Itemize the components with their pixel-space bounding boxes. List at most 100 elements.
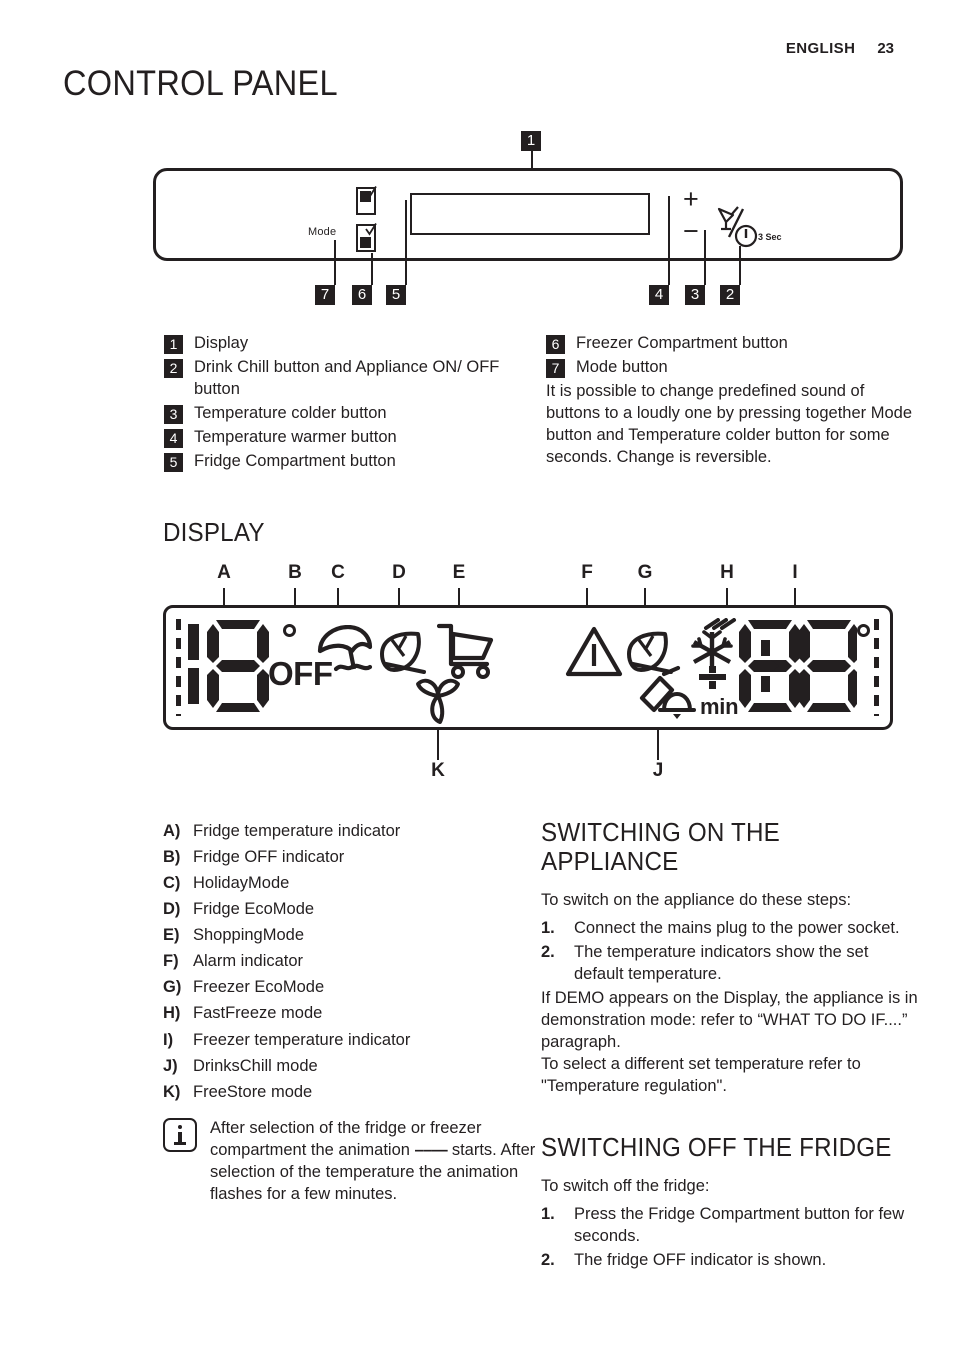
legend-label: Drink Chill button and Appliance ON/ OFF… <box>194 357 500 398</box>
item-label: Alarm indicator <box>193 952 304 971</box>
header-page-number: 23 <box>877 40 894 57</box>
switching-off-section: SWITCHING OFF THE FRIDGE To switch off t… <box>541 1132 919 1274</box>
display-right-edge-dashes <box>874 619 879 716</box>
legend-item: 3 Temperature colder button <box>164 403 509 425</box>
switching-off-intro: To switch off the fridge: <box>541 1177 710 1196</box>
list-item: H) FastFreeze mode <box>163 1000 533 1026</box>
list-item: 2. The temperature indicators show the s… <box>541 942 919 986</box>
leader-line-7 <box>334 240 336 285</box>
switching-on-intro: To switch on the appliance do these step… <box>541 891 852 910</box>
minutes-label: min <box>700 694 739 719</box>
legend-number: 4 <box>164 428 183 448</box>
item-label: FreeStore mode <box>193 1082 313 1101</box>
legend-number: 1 <box>164 335 183 354</box>
callout-5: 5 <box>386 285 406 305</box>
legend-right-note: It is possible to change predefined soun… <box>546 381 912 466</box>
shopping-mode-cart-icon <box>437 623 494 679</box>
legend-item: 4 Temperature warmer button <box>164 427 509 449</box>
display-label-A: A <box>217 562 231 583</box>
callout-6: 6 <box>352 285 372 305</box>
item-key: D) <box>163 900 181 919</box>
leader-line-2 <box>739 246 741 285</box>
list-item: A) Fridge temperature indicator <box>163 818 533 844</box>
item-label: Freezer temperature indicator <box>193 1030 411 1049</box>
fridge-ecomode-leaf-icon <box>380 631 426 674</box>
panel-display-window <box>410 193 650 235</box>
page-title: CONTROL PANEL <box>63 64 338 103</box>
info-line-starts: starts. <box>447 1140 497 1159</box>
display-label-B: B <box>288 562 302 583</box>
callout-4: 4 <box>649 285 669 305</box>
legend-left: 1 Display 2 Drink Chill button and Appli… <box>164 333 509 475</box>
leader-line-6 <box>371 253 373 285</box>
display-left-edge-dashes <box>176 619 181 716</box>
display-label-F: F <box>581 562 593 583</box>
list-item: 2. The fridge OFF indicator is shown. <box>541 1250 919 1272</box>
item-label: HolidayMode <box>193 874 290 893</box>
legend-label: Mode button <box>576 357 668 376</box>
step-text: The temperature indicators show the set … <box>574 943 869 984</box>
switching-on-heading: SWITCHING ON THE APPLIANCE <box>541 817 780 877</box>
legend-number: 5 <box>164 452 183 472</box>
display-label-K: K <box>431 760 445 781</box>
callout-7: 7 <box>315 285 335 305</box>
leader-line-3 <box>704 230 706 285</box>
legend-number: 2 <box>164 358 183 378</box>
item-label: Fridge EcoMode <box>193 900 315 919</box>
display-label-C: C <box>331 562 345 583</box>
callout-2: 2 <box>720 285 740 305</box>
manual-page: ENGLISH 23 CONTROL PANEL 1 Mode + − 3 Se… <box>0 0 954 1352</box>
item-key: F) <box>163 952 179 971</box>
item-key: C) <box>163 874 181 893</box>
item-key: I) <box>163 1030 174 1049</box>
step-number: 2. <box>541 943 555 962</box>
leader-line-4 <box>668 196 670 285</box>
step-number: 1. <box>541 1205 555 1224</box>
legend-number: 6 <box>546 335 565 354</box>
step-text: Press the Fridge Compartment button for … <box>574 1205 905 1245</box>
legend-label: Temperature warmer button <box>194 427 397 446</box>
power-icon[interactable] <box>734 224 758 248</box>
freezer-temperature-indicator <box>739 620 857 712</box>
checkmark-icon-freezer <box>365 223 377 236</box>
item-key: E) <box>163 926 180 945</box>
animation-dashes: –––– <box>414 1140 449 1159</box>
switching-off-steps: 1. Press the Fridge Compartment button f… <box>541 1204 919 1272</box>
display-legend-list: A) Fridge temperature indicator B) Fridge … <box>163 818 533 1105</box>
item-label: FastFreeze mode <box>193 1004 323 1023</box>
page-header: ENGLISH 23 <box>786 40 894 57</box>
legend-label: Freezer Compartment button <box>576 334 788 352</box>
item-label: Fridge OFF indicator <box>193 848 345 867</box>
holiday-mode-umbrella-icon <box>317 625 373 672</box>
panel-mode-label: Mode <box>308 226 337 238</box>
display-label-I: I <box>792 562 798 583</box>
callout-3: 3 <box>685 285 705 305</box>
list-item: E) ShoppingMode <box>163 922 533 948</box>
legend-item: 7 Mode button <box>546 357 916 379</box>
legend-item: 5 Fridge Compartment button <box>164 451 509 473</box>
callout-1: 1 <box>521 131 541 151</box>
temperature-warmer-symbol[interactable]: + <box>683 186 699 213</box>
display-label-D: D <box>392 562 406 583</box>
list-item: B) Fridge OFF indicator <box>163 844 533 870</box>
header-language: ENGLISH <box>785 40 856 57</box>
switching-on-section: SWITCHING ON THE APPLIANCE To switch on … <box>541 817 919 1098</box>
display-label-J: J <box>652 760 664 781</box>
item-label: ShoppingMode <box>193 926 305 945</box>
item-key: B) <box>163 848 181 867</box>
list-item: J) DrinksChill mode <box>163 1053 533 1079</box>
list-item: G) Freezer EcoMode <box>163 974 533 1000</box>
legend-label: Temperature colder button <box>194 403 387 422</box>
legend-item: 6 Freezer Compartment button <box>546 333 916 355</box>
step-text: Connect the mains plug to the power sock… <box>574 919 900 938</box>
temperature-colder-symbol[interactable]: − <box>683 218 699 245</box>
legend-number: 7 <box>546 358 565 378</box>
fridge-temperature-indicator <box>188 620 269 712</box>
list-item: 1. Connect the mains plug to the power s… <box>541 918 919 940</box>
demo-mode-paragraph: If DEMO appears on the Display, the appl… <box>541 988 918 1051</box>
item-label: Fridge temperature indicator <box>193 822 401 840</box>
switching-off-heading: SWITCHING OFF THE FRIDGE <box>541 1132 892 1162</box>
info-icon <box>163 1118 197 1152</box>
leader-line-5 <box>405 200 407 285</box>
step-text: The fridge OFF indicator is shown. <box>574 1250 827 1269</box>
